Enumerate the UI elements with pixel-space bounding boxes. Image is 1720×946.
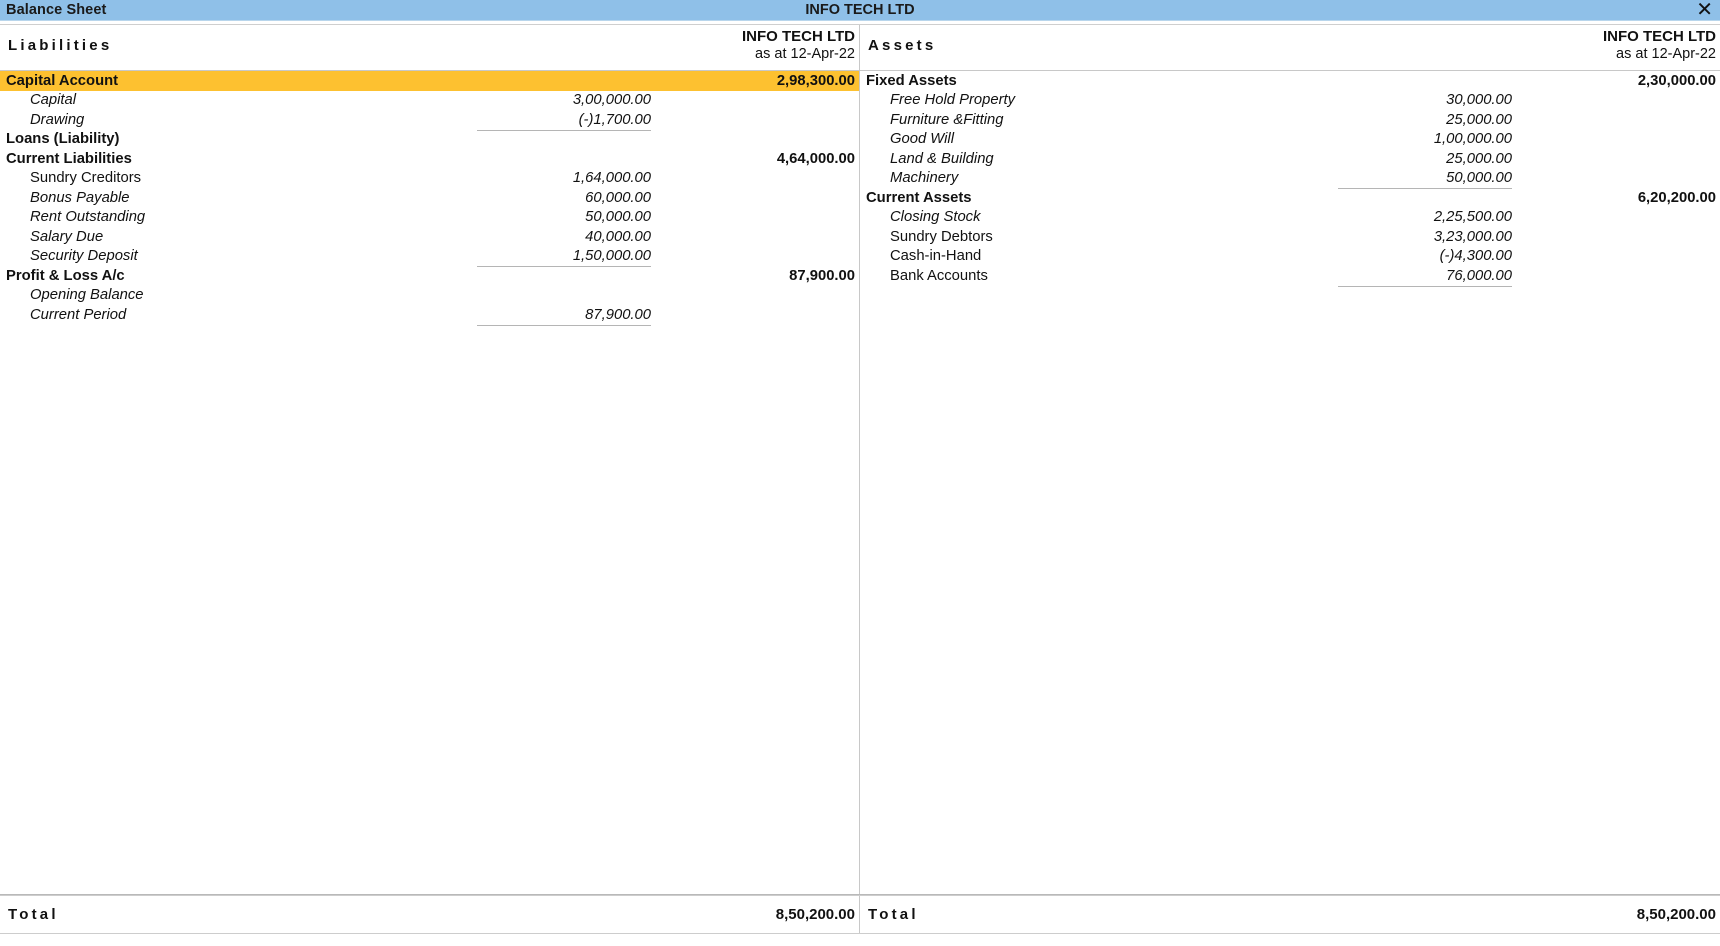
balance-sheet-body: Liabilities INFO TECH LTD as at 12-Apr-2… [0, 25, 1720, 894]
liabilities-pane: Liabilities INFO TECH LTD as at 12-Apr-2… [0, 25, 860, 894]
row-sub-amount: 1,50,000.00 [471, 248, 651, 268]
ledger-group-row[interactable]: Loans (Liability) [0, 130, 859, 150]
ledger-item-row[interactable]: Rent Outstanding 50,000.00 [0, 208, 859, 228]
row-label: Rent Outstanding [30, 209, 146, 226]
liabilities-total-amount: 8,50,200.00 [775, 906, 855, 923]
row-sub-amount: 50,000.00 [1332, 170, 1512, 190]
row-sub-amount: (-)1,700.00 [471, 112, 651, 131]
ledger-group-row[interactable]: Capital Account 2,98,300.00 [0, 71, 859, 91]
assets-total-label: Total [868, 906, 919, 923]
row-total-amount: 2,98,300.00 [776, 72, 855, 89]
row-sub-amount: 30,000.00 [1446, 92, 1512, 109]
row-label: Current Liabilities [6, 150, 132, 167]
assets-company-name: INFO TECH LTD [1602, 28, 1716, 45]
row-sub-amount: 3,23,000.00 [1433, 228, 1512, 245]
row-label: Drawing [30, 111, 85, 128]
row-sub-amount: 50,000.00 [585, 209, 651, 226]
ledger-item-row[interactable]: Sundry Creditors 1,64,000.00 [0, 169, 859, 189]
row-sub-amount: 40,000.00 [585, 228, 651, 245]
row-label: Sundry Debtors [890, 228, 993, 245]
row-sub-amount: (-)4,300.00 [1439, 248, 1512, 265]
row-label: Salary Due [30, 228, 104, 245]
ledger-group-row[interactable]: Current Liabilities 4,64,000.00 [0, 149, 859, 169]
row-total-amount: 87,900.00 [789, 267, 855, 284]
row-label: Closing Stock [890, 209, 981, 226]
ledger-item-row[interactable]: Sundry Debtors 3,23,000.00 [860, 227, 1720, 247]
row-label: Cash-in-Hand [890, 248, 982, 265]
ledger-group-row[interactable]: Current Assets 6,20,200.00 [860, 188, 1720, 208]
row-label: Current Assets [866, 189, 972, 206]
ledger-item-row[interactable]: Bank Accounts 76,000.00 [860, 266, 1720, 287]
assets-as-at: as at 12-Apr-22 [1616, 46, 1716, 62]
row-sub-amount: 87,900.00 [471, 307, 651, 326]
ledger-item-row[interactable]: Closing Stock 2,25,500.00 [860, 208, 1720, 228]
ledger-item-row[interactable]: Current Period 87,900.00 [0, 305, 859, 326]
row-label: Loans (Liability) [6, 131, 120, 148]
ledger-item-row[interactable]: Bonus Payable 60,000.00 [0, 188, 859, 208]
row-sub-amount: 1,64,000.00 [572, 170, 651, 187]
row-label: Land & Building [890, 150, 994, 167]
close-icon[interactable]: ✕ [1696, 0, 1713, 21]
row-label: Capital Account [6, 72, 119, 89]
totals-bar: Total 8,50,200.00 Total 8,50,200.00 [0, 895, 1720, 933]
ledger-item-row[interactable]: Security Deposit 1,50,000.00 [0, 247, 859, 268]
liabilities-company-block: INFO TECH LTD as at 12-Apr-22 [0, 28, 859, 62]
assets-total: Total 8,50,200.00 [860, 896, 1720, 933]
row-label: Opening Balance [30, 287, 144, 304]
ledger-item-row[interactable]: Capital 3,00,000.00 [0, 91, 859, 111]
assets-pane: Assets INFO TECH LTD as at 12-Apr-22 Fix… [860, 25, 1720, 894]
liabilities-total-label: Total [8, 906, 59, 923]
row-label: Bonus Payable [30, 189, 130, 206]
row-label: Sundry Creditors [30, 170, 142, 187]
window-company-title: INFO TECH LTD [805, 2, 915, 18]
liabilities-total: Total 8,50,200.00 [0, 896, 860, 933]
assets-rows: Fixed Assets 2,30,000.00 Free Hold Propert… [860, 71, 1720, 287]
ledger-item-row[interactable]: Furniture &Fitting 25,000.00 [860, 110, 1720, 130]
ledger-item-row[interactable]: Opening Balance [0, 286, 859, 306]
liabilities-rows: Capital Account 2,98,300.00 Capital 3,00,00… [0, 71, 859, 326]
row-label: Current Period [30, 306, 127, 323]
row-label: Bank Accounts [890, 267, 988, 284]
row-total-amount: 2,30,000.00 [1637, 72, 1716, 89]
liabilities-company-name: INFO TECH LTD [741, 28, 855, 45]
window-title: Balance Sheet [6, 2, 107, 18]
row-label: Fixed Assets [866, 72, 957, 89]
window-titlebar: Balance Sheet INFO TECH LTD ✕ [0, 0, 1720, 21]
ledger-item-row[interactable]: Drawing (-)1,700.00 [0, 110, 859, 131]
ledger-item-row[interactable]: Machinery 50,000.00 [860, 169, 1720, 190]
row-label: Good Will [890, 131, 955, 148]
row-total-amount: 6,20,200.00 [1637, 189, 1716, 206]
row-label: Profit & Loss A/c [6, 267, 125, 284]
ledger-item-row[interactable]: Free Hold Property 30,000.00 [860, 91, 1720, 111]
assets-header: Assets INFO TECH LTD as at 12-Apr-22 [860, 25, 1720, 70]
row-label: Furniture &Fitting [890, 111, 1004, 128]
ledger-item-row[interactable]: Land & Building 25,000.00 [860, 149, 1720, 169]
row-sub-amount: 2,25,500.00 [1433, 209, 1512, 226]
row-sub-amount: 76,000.00 [1332, 268, 1512, 287]
ledger-item-row[interactable]: Cash-in-Hand (-)4,300.00 [860, 247, 1720, 267]
row-sub-amount: 60,000.00 [585, 189, 651, 206]
row-label: Capital [30, 92, 77, 109]
bottom-rule [0, 933, 1720, 934]
liabilities-header: Liabilities INFO TECH LTD as at 12-Apr-2… [0, 25, 859, 70]
row-sub-amount: 3,00,000.00 [572, 92, 651, 109]
assets-total-amount: 8,50,200.00 [1636, 906, 1716, 923]
ledger-item-row[interactable]: Good Will 1,00,000.00 [860, 130, 1720, 150]
row-label: Security Deposit [30, 248, 138, 265]
row-total-amount: 4,64,000.00 [776, 150, 855, 167]
row-sub-amount: 1,00,000.00 [1433, 131, 1512, 148]
ledger-group-row[interactable]: Fixed Assets 2,30,000.00 [860, 71, 1720, 91]
ledger-group-row[interactable]: Profit & Loss A/c 87,900.00 [0, 266, 859, 286]
row-label: Free Hold Property [890, 92, 1016, 109]
balance-sheet-window: Balance Sheet INFO TECH LTD ✕ Liabilitie… [0, 0, 1720, 946]
row-label: Machinery [890, 170, 959, 187]
row-sub-amount: 25,000.00 [1446, 150, 1512, 167]
ledger-item-row[interactable]: Salary Due 40,000.00 [0, 227, 859, 247]
assets-company-block: INFO TECH LTD as at 12-Apr-22 [860, 28, 1720, 62]
liabilities-as-at: as at 12-Apr-22 [755, 46, 855, 62]
row-sub-amount: 25,000.00 [1446, 111, 1512, 128]
